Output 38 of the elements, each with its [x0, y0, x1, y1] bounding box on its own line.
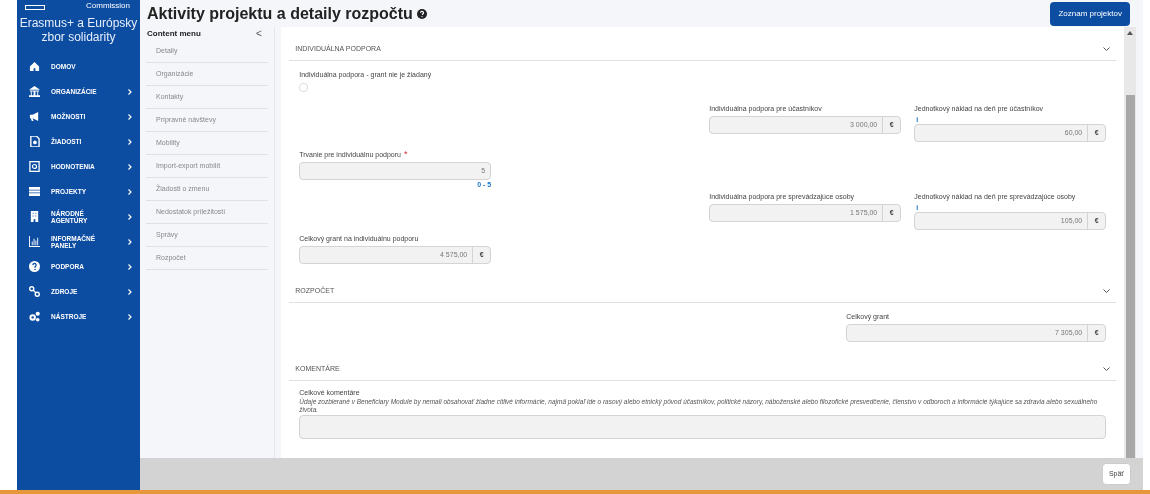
document-icon [29, 161, 40, 172]
help-icon[interactable] [416, 8, 427, 19]
link-icon [29, 286, 40, 297]
document-icon [29, 136, 40, 147]
checkbox[interactable] [299, 83, 309, 92]
required-marker: * [403, 150, 408, 159]
scrollbar[interactable] [1124, 27, 1136, 458]
chevron-icon [128, 263, 132, 270]
chevron-down-icon[interactable] [1103, 367, 1111, 372]
chevron-icon [128, 313, 132, 320]
chevron-icon [128, 138, 132, 145]
chevron-icon [128, 113, 132, 120]
page-title: Aktivity projektu a detaily rozpočtu [147, 3, 413, 24]
chevron-icon [128, 163, 132, 170]
megaphone-icon [29, 111, 40, 122]
logo-text: Commission [86, 1, 130, 10]
list-icon [29, 186, 40, 197]
logo-mark [25, 5, 45, 10]
comment-field[interactable] [299, 415, 1107, 439]
chevron-icon [128, 188, 132, 195]
chevron-icon [128, 288, 132, 295]
bank-icon [29, 86, 40, 97]
help-icon [29, 261, 40, 272]
collapse-button[interactable]: < [256, 28, 262, 39]
chevron-icon [128, 213, 132, 220]
chevron-icon [128, 88, 132, 95]
chevron-icon [128, 238, 132, 245]
chevron-down-icon[interactable] [1103, 289, 1111, 294]
scroll-up-icon[interactable] [1127, 31, 1134, 35]
chevron-down-icon[interactable] [1103, 47, 1111, 52]
building-icon [29, 211, 40, 222]
scroll-thumb[interactable] [1125, 95, 1135, 458]
app-title: Erasmus+ a Európsky zbor solidarity [18, 16, 139, 44]
home-icon [29, 61, 40, 72]
bar-chart-icon [29, 236, 40, 247]
gears-icon [29, 311, 40, 322]
content-menu-title: Content menu [147, 27, 201, 40]
project-list-button[interactable]: Zoznam projektov [1050, 1, 1130, 26]
